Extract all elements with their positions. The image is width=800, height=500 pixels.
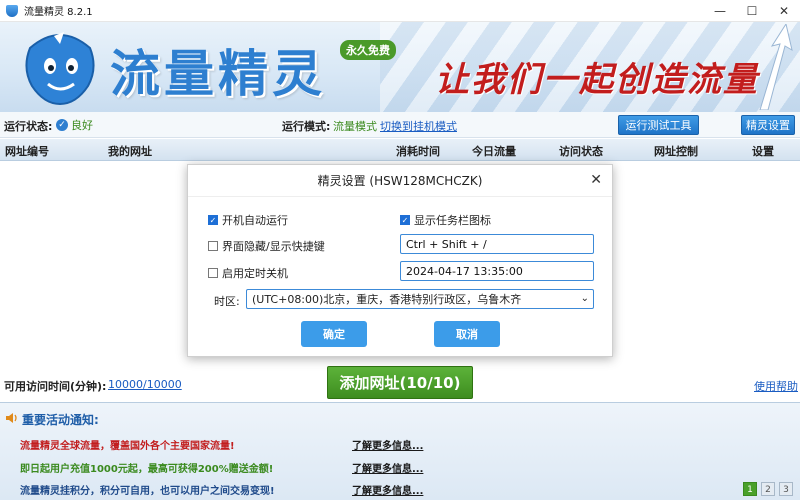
notice-panel: 重要活动通知: 流量精灵全球流量，覆盖国外各个主要国家流量! 了解更多信息...… <box>0 402 800 500</box>
notice-more-link-2[interactable]: 了解更多信息... <box>352 460 423 475</box>
notice-title: 重要活动通知: <box>22 413 99 427</box>
settings-dialog: 精灵设置 (HSW128MCHCZK) ✕ ✓ 开机自动运行 ✓ 显示任务栏图标… <box>187 164 613 357</box>
run-status-label: 运行状态: <box>4 120 53 133</box>
title-bar: 流量精灵 8.2.1 — ☐ ✕ <box>0 0 800 22</box>
col-visit-status: 访问状态 <box>559 145 603 158</box>
slogan: 让我们一起创造流量 <box>435 60 759 100</box>
status-bar: 运行状态: ✓ 良好 运行模式: 流量模式 切换到挂机模式 运行测试工具 精灵设… <box>0 112 800 138</box>
notice-item-1: 流量精灵全球流量，覆盖国外各个主要国家流量! <box>20 441 235 452</box>
notice-more-link-1[interactable]: 了解更多信息... <box>352 437 423 452</box>
run-status-value: ✓ 良好 <box>56 117 93 133</box>
app-icon <box>6 4 18 17</box>
notice-page-1[interactable]: 1 <box>743 482 757 496</box>
help-link[interactable]: 使用帮助 <box>754 378 798 394</box>
auto-run-option[interactable]: ✓ 开机自动运行 <box>208 212 288 228</box>
test-tool-button[interactable]: 运行测试工具 <box>618 115 699 135</box>
speaker-icon <box>6 413 17 423</box>
hotkey-input[interactable]: Ctrl + Shift + / <box>400 234 594 254</box>
col-url-control: 网址控制 <box>654 145 698 158</box>
run-status-text: 良好 <box>71 119 93 132</box>
timezone-label: 时区: <box>214 295 240 308</box>
col-today-traffic: 今日流量 <box>472 145 516 158</box>
brand-logo-text: 流量精灵 <box>110 45 326 103</box>
banner: 流量精灵 永久免费 让我们一起创造流量 <box>0 22 800 112</box>
timezone-select[interactable]: (UTC+08:00)北京，重庆，香港特别行政区，乌鲁木齐 ⌄ <box>246 289 594 309</box>
notice-item-3: 流量精灵挂积分，积分可自用，也可以用户之间交易变现! <box>20 486 275 497</box>
notice-page-2[interactable]: 2 <box>761 482 775 496</box>
hotkey-label: 界面隐藏/显示快捷键 <box>222 240 325 253</box>
maximize-button[interactable]: ☐ <box>736 0 768 22</box>
col-time-used: 消耗时间 <box>396 145 440 158</box>
shutdown-checkbox[interactable] <box>208 268 218 278</box>
col-url-id: 网址编号 <box>5 145 49 158</box>
timezone-value: (UTC+08:00)北京，重庆，香港特别行政区，乌鲁木齐 <box>252 293 522 306</box>
hotkey-checkbox[interactable] <box>208 241 218 251</box>
mascot-icon <box>25 32 95 106</box>
shutdown-label: 启用定时关机 <box>222 267 288 280</box>
chevron-down-icon: ⌄ <box>580 293 589 304</box>
notice-more-link-3[interactable]: 了解更多信息... <box>352 482 423 497</box>
growth-arrow-icon <box>759 24 793 110</box>
switch-mode-link[interactable]: 切换到挂机模式 <box>380 118 457 134</box>
cancel-button[interactable]: 取消 <box>434 321 500 347</box>
col-settings: 设置 <box>752 145 774 158</box>
run-mode-label: 运行模式: <box>282 120 331 133</box>
auto-run-label: 开机自动运行 <box>222 214 288 227</box>
bottom-bar: 可用访问时间(分钟): 10000/10000 添加网址(10/10) 使用帮助 <box>0 366 800 402</box>
add-url-button[interactable]: 添加网址(10/10) <box>327 366 473 399</box>
dialog-title: 精灵设置 (HSW128MCHCZK) <box>188 165 612 197</box>
available-time-label: 可用访问时间(分钟): <box>4 380 107 393</box>
show-tray-label: 显示任务栏图标 <box>414 214 491 227</box>
close-button[interactable]: ✕ <box>768 0 800 22</box>
notice-page-3[interactable]: 3 <box>779 482 793 496</box>
settings-button[interactable]: 精灵设置 <box>741 115 795 135</box>
run-mode-value: 流量模式 <box>333 120 377 133</box>
available-time-value[interactable]: 10000/10000 <box>108 378 182 391</box>
window-controls: — ☐ ✕ <box>704 0 800 22</box>
table-header: 网址编号 我的网址 消耗时间 今日流量 访问状态 网址控制 设置 <box>0 139 800 161</box>
ok-button[interactable]: 确定 <box>301 321 367 347</box>
notice-item-2: 即日起用户充值1000元起，最高可获得200%赠送金额! <box>20 464 274 475</box>
auto-run-checkbox[interactable]: ✓ <box>208 215 218 225</box>
dialog-close-icon[interactable]: ✕ <box>590 172 602 188</box>
free-badge: 永久免费 <box>340 40 396 60</box>
check-icon: ✓ <box>56 119 68 131</box>
show-tray-checkbox[interactable]: ✓ <box>400 215 410 225</box>
show-tray-option[interactable]: ✓ 显示任务栏图标 <box>400 212 491 228</box>
minimize-button[interactable]: — <box>704 0 736 22</box>
shutdown-option[interactable]: 启用定时关机 <box>208 265 288 281</box>
col-my-url: 我的网址 <box>108 145 152 158</box>
hotkey-option[interactable]: 界面隐藏/显示快捷键 <box>208 238 325 254</box>
shutdown-time-input[interactable]: 2024-04-17 13:35:00 <box>400 261 594 281</box>
window-title: 流量精灵 8.2.1 <box>24 7 93 18</box>
